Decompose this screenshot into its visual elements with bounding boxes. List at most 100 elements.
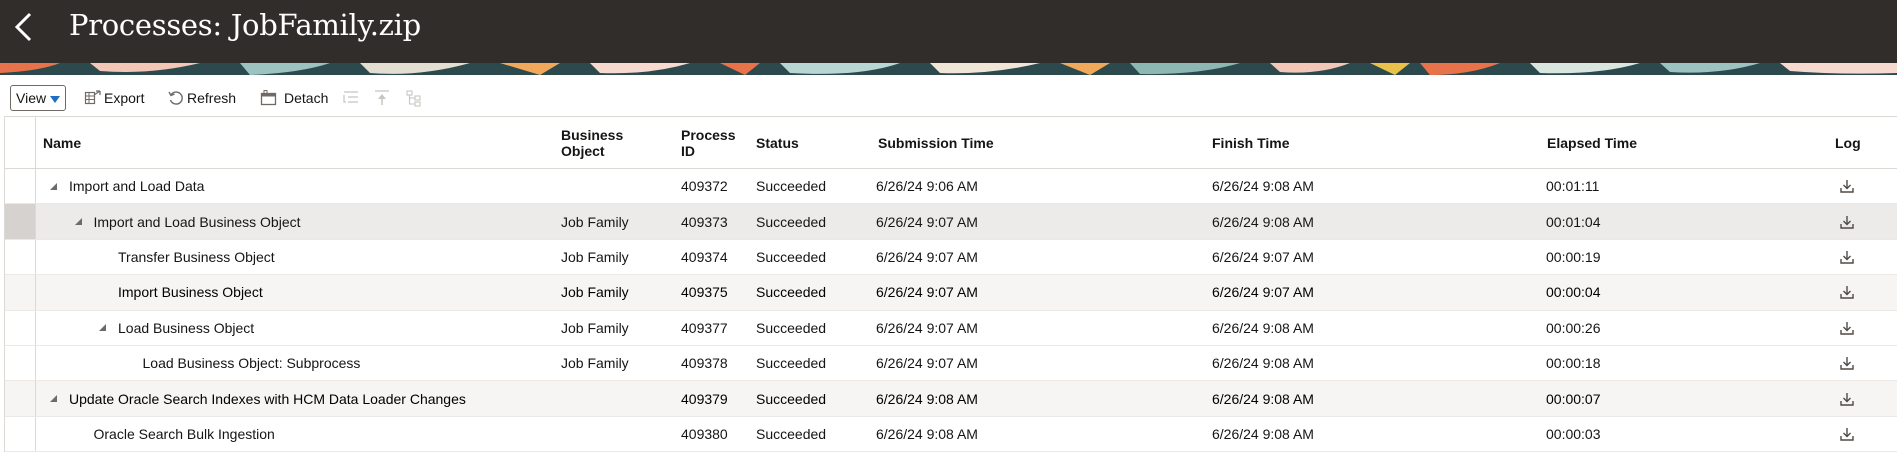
- elapsed-time-cell: 00:00:19: [1546, 248, 1601, 265]
- collapse-all-icon[interactable]: [373, 89, 391, 107]
- download-log-icon[interactable]: [1839, 249, 1855, 265]
- row-selector[interactable]: [5, 275, 36, 310]
- caret-down-icon: [50, 96, 60, 103]
- process-id-cell: 409374: [681, 248, 728, 265]
- submission-time-cell: 6/26/24 9:07 AM: [876, 284, 978, 301]
- submission-time-cell: 6/26/24 9:06 AM: [876, 178, 978, 195]
- process-id-cell: 409377: [681, 319, 728, 336]
- row-selector[interactable]: [5, 345, 36, 381]
- export-icon: [84, 90, 101, 105]
- finish-time-cell: 6/26/24 9:08 AM: [1212, 319, 1314, 336]
- decorative-banner: [0, 63, 1897, 75]
- download-log-icon[interactable]: [1839, 178, 1855, 194]
- detach-button[interactable]: Detach: [260, 89, 328, 109]
- process-id-cell: 409380: [681, 425, 728, 442]
- export-label: Export: [104, 90, 145, 106]
- process-name: Transfer Business Object: [118, 248, 275, 265]
- status-cell: Succeeded: [756, 355, 827, 372]
- refresh-label: Refresh: [187, 90, 237, 106]
- row-selector[interactable]: [5, 239, 36, 275]
- detach-icon: [260, 90, 277, 106]
- table-row[interactable]: Load Business Object: Subprocess Job Fami…: [5, 345, 1897, 382]
- table-row[interactable]: Load Business Object Job Family 409377 Succ…: [5, 310, 1897, 346]
- elapsed-time-cell: 00:00:18: [1546, 355, 1601, 372]
- column-header-name[interactable]: Name: [43, 117, 81, 169]
- process-name-cell: Transfer Business Object: [98, 240, 275, 274]
- download-log-icon[interactable]: [1839, 214, 1855, 230]
- status-cell: Succeeded: [756, 178, 827, 195]
- elapsed-time-cell: 00:00:26: [1546, 319, 1601, 336]
- table-row[interactable]: Import and Load Business Object Job Famil…: [5, 204, 1897, 240]
- finish-time-cell: 6/26/24 9:07 AM: [1212, 248, 1314, 265]
- back-button[interactable]: [12, 12, 36, 42]
- process-name: Import and Load Business Object: [93, 213, 301, 230]
- process-id-cell: 409378: [681, 355, 728, 372]
- processes-table: Name Business Object Process ID Status S…: [4, 116, 1897, 453]
- process-name-cell: Update Oracle Search Indexes with HCM Da…: [49, 381, 466, 415]
- header-selector: [5, 117, 36, 169]
- status-cell: Succeeded: [756, 390, 827, 407]
- view-menu-button[interactable]: View: [10, 85, 66, 111]
- table-row[interactable]: Update Oracle Search Indexes with HCM Da…: [5, 381, 1897, 417]
- row-selector[interactable]: [5, 169, 36, 204]
- process-name: Import Business Object: [118, 284, 263, 301]
- view-menu-label: View: [16, 90, 47, 106]
- finish-time-cell: 6/26/24 9:08 AM: [1212, 390, 1314, 407]
- process-name: Load Business Object: [118, 319, 255, 336]
- refresh-button[interactable]: Refresh: [167, 89, 242, 109]
- business-object-cell: Job Family: [561, 213, 629, 230]
- column-header-business-object[interactable]: Business Object: [561, 117, 651, 169]
- column-header-log[interactable]: Log: [1835, 117, 1861, 169]
- column-header-elapsed-time[interactable]: Elapsed Time: [1547, 117, 1637, 169]
- column-header-finish-time[interactable]: Finish Time: [1212, 117, 1290, 169]
- download-log-icon[interactable]: [1839, 391, 1855, 407]
- table-row[interactable]: Import and Load Data 409372 Succeeded 6/26/…: [5, 169, 1897, 205]
- business-object-cell: Job Family: [561, 284, 629, 301]
- finish-time-cell: 6/26/24 9:08 AM: [1212, 355, 1314, 372]
- expand-toggle-icon[interactable]: [74, 217, 88, 226]
- row-selector[interactable]: [5, 416, 36, 452]
- column-header-process-id[interactable]: Process ID: [681, 117, 743, 169]
- process-name: Oracle Search Bulk Ingestion: [93, 425, 275, 442]
- business-object-cell: Job Family: [561, 248, 629, 265]
- process-name-cell: Oracle Search Bulk Ingestion: [74, 417, 275, 451]
- submission-time-cell: 6/26/24 9:08 AM: [876, 390, 978, 407]
- process-name-cell: Import Business Object: [98, 275, 263, 309]
- process-id-cell: 409372: [681, 178, 728, 195]
- column-header-submission-time[interactable]: Submission Time: [878, 117, 994, 169]
- status-cell: Succeeded: [756, 319, 827, 336]
- expand-toggle-icon[interactable]: [98, 323, 112, 332]
- finish-time-cell: 6/26/24 9:07 AM: [1212, 284, 1314, 301]
- elapsed-time-cell: 00:01:04: [1546, 213, 1601, 230]
- hierarchy-icon[interactable]: [405, 89, 423, 107]
- process-name: Load Business Object: Subprocess: [142, 355, 361, 372]
- elapsed-time-cell: 00:00:04: [1546, 284, 1601, 301]
- expand-all-icon[interactable]: [342, 89, 360, 107]
- finish-time-cell: 6/26/24 9:08 AM: [1212, 425, 1314, 442]
- download-log-icon[interactable]: [1839, 284, 1855, 300]
- export-button[interactable]: Export: [84, 89, 154, 109]
- row-selector[interactable]: [5, 310, 36, 345]
- download-log-icon[interactable]: [1839, 426, 1855, 442]
- process-id-cell: 409375: [681, 284, 728, 301]
- process-id-cell: 409379: [681, 390, 728, 407]
- expand-toggle-icon[interactable]: [49, 182, 63, 191]
- expand-toggle-icon[interactable]: [49, 394, 63, 403]
- row-selector[interactable]: [5, 204, 36, 239]
- finish-time-cell: 6/26/24 9:08 AM: [1212, 213, 1314, 230]
- table-header: Name Business Object Process ID Status S…: [5, 117, 1897, 169]
- status-cell: Succeeded: [756, 284, 827, 301]
- download-log-icon[interactable]: [1839, 355, 1855, 371]
- status-cell: Succeeded: [756, 248, 827, 265]
- column-header-status[interactable]: Status: [756, 117, 799, 169]
- table-row[interactable]: Oracle Search Bulk Ingestion 409380 Succee…: [5, 416, 1897, 453]
- process-name-cell: Import and Load Data: [49, 169, 204, 203]
- refresh-icon: [168, 91, 183, 105]
- table-row[interactable]: Import Business Object Job Family 409375 Su…: [5, 275, 1897, 311]
- download-log-icon[interactable]: [1839, 320, 1855, 336]
- table-row[interactable]: Transfer Business Object Job Family 409374…: [5, 239, 1897, 276]
- page-header: Processes: JobFamily.zip: [0, 0, 1897, 63]
- status-cell: Succeeded: [756, 425, 827, 442]
- process-name-cell: Load Business Object: Subprocess: [123, 346, 361, 380]
- row-selector[interactable]: [5, 381, 36, 416]
